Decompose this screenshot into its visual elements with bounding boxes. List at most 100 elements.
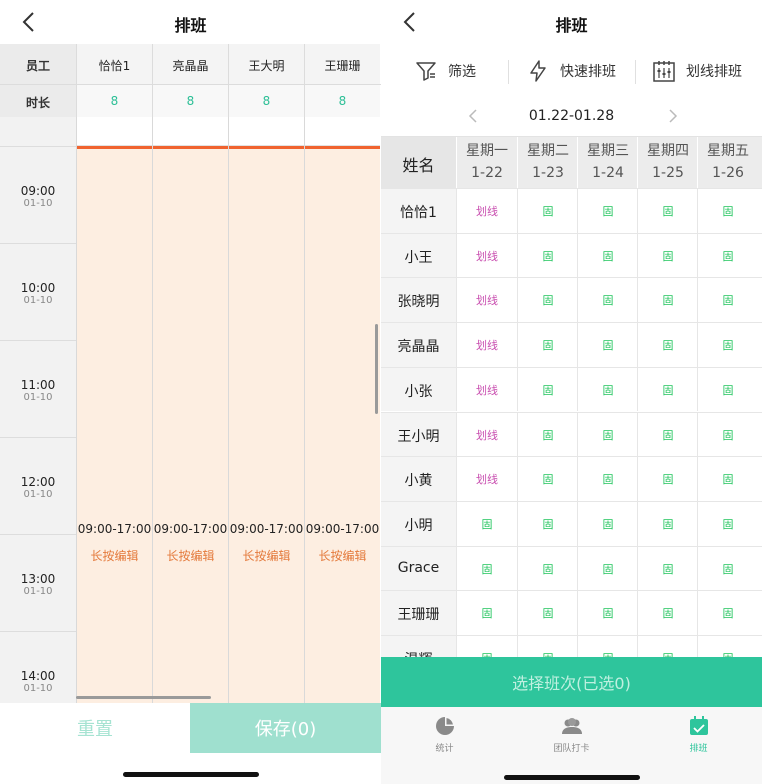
shift-block[interactable] xyxy=(153,149,228,703)
schedule-cell[interactable]: 固 xyxy=(517,189,578,233)
horizontal-scrollbar[interactable] xyxy=(76,696,211,699)
schedule-cell[interactable]: 固 xyxy=(637,546,698,591)
filter-label: 筛选 xyxy=(448,64,476,80)
employee-name: 王小明 xyxy=(397,428,440,445)
schedule-cell[interactable]: 划线 xyxy=(456,323,517,367)
schedule-cell[interactable]: 固 xyxy=(517,636,578,657)
shift-block[interactable] xyxy=(305,149,380,703)
schedule-cell[interactable]: 固 xyxy=(577,501,638,546)
schedule-cell[interactable]: 固 xyxy=(637,457,698,501)
shift-mark: 固 xyxy=(481,517,493,531)
schedule-cell[interactable]: 固 xyxy=(697,367,758,412)
lightning-icon xyxy=(530,60,546,82)
line-schedule-button[interactable]: 划线排班 xyxy=(652,58,742,84)
employee-timeline: 09:00-17:00 长按编辑 xyxy=(76,117,152,703)
shift-block[interactable] xyxy=(229,149,304,703)
schedule-cell[interactable]: 固 xyxy=(456,546,517,591)
schedule-cell[interactable]: 固 xyxy=(637,501,698,546)
schedule-cell[interactable]: 固 xyxy=(517,412,578,457)
save-button[interactable]: 保存(0) xyxy=(190,703,381,753)
schedule-cell[interactable]: 固 xyxy=(637,636,698,657)
schedule-cell[interactable]: 固 xyxy=(577,636,638,657)
schedule-cell[interactable]: 固 xyxy=(517,278,578,323)
timeline-body[interactable]: 09:00 01-10 10:00 01-10 11:00 01-10 12:0… xyxy=(0,117,381,703)
time-slot: 10:00 01-10 xyxy=(0,243,76,340)
schedule-cell[interactable]: 固 xyxy=(456,501,517,546)
schedule-cell[interactable]: 固 xyxy=(637,189,698,233)
employee-name: 小张 xyxy=(404,383,433,400)
schedule-cell[interactable]: 固 xyxy=(697,591,758,635)
schedule-cell[interactable]: 固 xyxy=(517,367,578,412)
schedule-cell[interactable]: 固 xyxy=(577,323,638,367)
schedule-cell[interactable]: 固 xyxy=(697,501,758,546)
schedule-cell[interactable]: 固 xyxy=(577,189,638,233)
chevron-right-icon[interactable] xyxy=(663,107,681,125)
tab-statistics[interactable]: 统计 xyxy=(381,715,508,765)
schedule-cell[interactable]: 固 xyxy=(637,412,698,457)
employee-name-cell: Grace xyxy=(381,546,456,591)
schedule-cell[interactable]: 固 xyxy=(517,233,578,278)
schedule-cell[interactable]: 固 xyxy=(637,278,698,323)
shift-mark: 固 xyxy=(602,294,614,308)
shift-mark: 固 xyxy=(662,473,674,487)
schedule-cell[interactable]: 固 xyxy=(637,323,698,367)
schedule-cell[interactable]: 固 xyxy=(697,278,758,323)
schedule-cell[interactable]: 固 xyxy=(577,457,638,501)
schedule-cell[interactable]: 固 xyxy=(697,636,758,657)
schedule-cell[interactable]: 固 xyxy=(517,546,578,591)
schedule-cell[interactable]: 固 xyxy=(517,501,578,546)
shift-time: 09:00-17:00 xyxy=(229,522,304,536)
reset-button[interactable]: 重置 xyxy=(0,703,190,753)
schedule-cell[interactable]: 固 xyxy=(637,233,698,278)
employee-column-header[interactable]: 王大明 8 xyxy=(228,44,304,117)
schedule-cell[interactable]: 固 xyxy=(456,591,517,635)
schedule-cell[interactable]: 固 xyxy=(517,457,578,501)
employee-column-header[interactable]: 亮晶晶 8 xyxy=(152,44,228,117)
employee-column-header[interactable]: 恰恰1 8 xyxy=(76,44,152,117)
schedule-cell[interactable]: 固 xyxy=(577,278,638,323)
shift-edit-hint: 长按编辑 xyxy=(90,549,139,563)
schedule-cell[interactable]: 固 xyxy=(697,546,758,591)
shift-block[interactable] xyxy=(77,149,152,703)
shift-mark: 划线 xyxy=(476,383,498,397)
schedule-cell[interactable]: 固 xyxy=(517,591,578,635)
schedule-cell[interactable]: 固 xyxy=(577,367,638,412)
schedule-cell[interactable]: 固 xyxy=(697,189,758,233)
filter-button[interactable]: 筛选 xyxy=(414,58,476,84)
shift-mark: 固 xyxy=(722,205,734,218)
schedule-cell[interactable]: 固 xyxy=(456,636,517,657)
schedule-cell[interactable]: 固 xyxy=(577,233,638,278)
schedule-cell[interactable]: 固 xyxy=(637,591,698,635)
schedule-cell[interactable]: 划线 xyxy=(456,412,517,457)
shift-mark: 固 xyxy=(662,517,674,531)
schedule-header: 员工 时长 恰恰1 8 亮晶晶 8 王大明 8 王珊珊 8 xyxy=(0,44,381,117)
schedule-cell[interactable]: 固 xyxy=(697,412,758,457)
weekday-label: 星期一 xyxy=(466,143,508,159)
shift-mark: 固 xyxy=(638,650,698,657)
tab-schedule[interactable]: 排班 xyxy=(635,715,762,765)
schedule-cell[interactable]: 固 xyxy=(577,546,638,591)
schedule-cell[interactable]: 固 xyxy=(697,323,758,367)
schedule-cell[interactable]: 固 xyxy=(697,233,758,278)
schedule-cell[interactable]: 划线 xyxy=(456,189,517,233)
schedule-cell[interactable]: 划线 xyxy=(456,367,517,412)
schedule-cell[interactable]: 固 xyxy=(637,367,698,412)
date-label: 01-10 xyxy=(23,198,53,209)
vertical-scrollbar[interactable] xyxy=(375,324,378,414)
quick-schedule-button[interactable]: 快速排班 xyxy=(526,58,616,84)
week-schedule-screen: 排班 筛选 快速排班 划线排班 01.22-01.28 姓名 星期一 1-22 … xyxy=(381,0,762,784)
time-label: 11:00 xyxy=(20,378,56,392)
date-label: 1-26 xyxy=(712,165,744,181)
schedule-cell[interactable]: 固 xyxy=(697,457,758,501)
home-indicator xyxy=(123,772,259,777)
schedule-cell[interactable]: 划线 xyxy=(456,457,517,501)
tab-team-checkin[interactable]: 团队打卡 xyxy=(508,715,635,765)
employee-duration: 8 xyxy=(338,94,347,108)
schedule-cell[interactable]: 划线 xyxy=(456,278,517,323)
schedule-cell[interactable]: 固 xyxy=(517,323,578,367)
schedule-cell[interactable]: 固 xyxy=(577,591,638,635)
employee-column-header[interactable]: 王珊珊 8 xyxy=(304,44,380,117)
schedule-cell[interactable]: 固 xyxy=(577,412,638,457)
select-shift-button[interactable]: 选择班次(已选0) xyxy=(381,657,762,707)
schedule-cell[interactable]: 划线 xyxy=(456,233,517,278)
